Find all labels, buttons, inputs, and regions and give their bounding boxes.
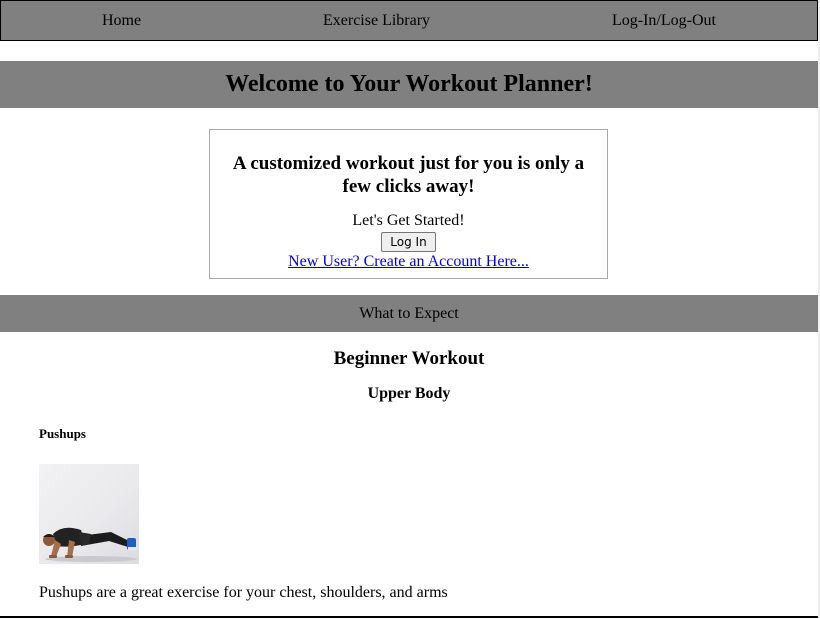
create-account-link[interactable]: New User? Create an Account Here... [210,253,607,271]
welcome-banner: Welcome to Your Workout Planner! [0,61,818,108]
exercise-description: Pushups are a great exercise for your ch… [39,584,448,601]
nav-login-logout-link[interactable]: Log-In/Log-Out [612,12,716,30]
bottom-divider [0,616,818,618]
login-panel-heading: A customized workout just for you is onl… [232,153,585,197]
pushup-photo [39,464,139,564]
login-panel: A customized workout just for you is onl… [209,129,608,279]
get-started-text: Let's Get Started! [352,212,465,229]
nav-exercise-library-link[interactable]: Exercise Library [323,12,430,30]
what-to-expect-bar: What to Expect [0,295,818,332]
login-button[interactable]: Log In [381,232,436,252]
top-navigation: Home Exercise Library Log-In/Log-Out [0,0,818,41]
exercise-name: Pushups [39,426,86,441]
nav-home-link[interactable]: Home [102,12,141,30]
page-title: Welcome to Your Workout Planner! [225,71,593,97]
pushup-figure-icon [43,527,137,562]
workout-title: Beginner Workout [333,348,485,369]
workout-section-heading: Upper Body [367,385,451,402]
